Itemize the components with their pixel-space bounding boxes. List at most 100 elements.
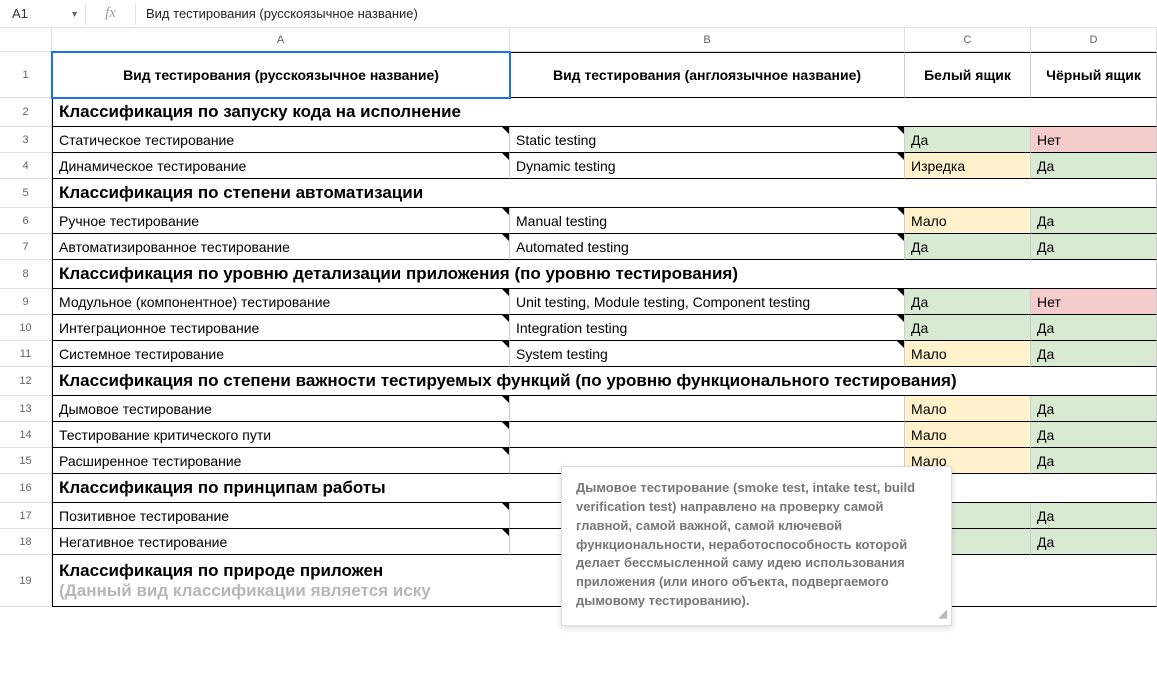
cell-C[interactable]: Мало (905, 341, 1031, 367)
row-header[interactable]: 2 (0, 98, 52, 127)
section-title-cell[interactable]: Классификация по запуску кода на исполне… (52, 98, 1157, 127)
cell-A[interactable]: Статическое тестирование (52, 127, 510, 153)
name-box[interactable]: A1 ▼ (6, 3, 86, 25)
table-row: 14Тестирование критического пути МалоДа (0, 422, 1157, 448)
row-header[interactable]: 17 (0, 503, 52, 529)
col-header-A[interactable]: A (52, 28, 510, 52)
row-header[interactable]: 18 (0, 529, 52, 555)
table-row: 13Дымовое тестирование МалоДа (0, 396, 1157, 422)
row-header[interactable]: 19 (0, 555, 52, 607)
section-title-cell[interactable]: Классификация по степени автоматизации (52, 179, 1157, 208)
cell-B[interactable]: Static testing (510, 127, 905, 153)
row-header[interactable]: 12 (0, 367, 52, 396)
section-row: 5Классификация по степени автоматизации (0, 179, 1157, 208)
cell-C[interactable]: Да (905, 289, 1031, 315)
row-header[interactable]: 9 (0, 289, 52, 315)
section-title: Классификация по природе приложен (59, 561, 431, 581)
cell-A[interactable]: Модульное (компонентное) тестирование (52, 289, 510, 315)
cell-D[interactable]: Да (1031, 422, 1157, 448)
cell-A[interactable]: Позитивное тестирование (52, 503, 510, 529)
cell-D[interactable]: Нет (1031, 127, 1157, 153)
table-row: 3Статическое тестированиеStatic testingД… (0, 127, 1157, 153)
fx-icon[interactable]: fx (86, 3, 136, 25)
cell-A[interactable]: Автоматизированное тестирование (52, 234, 510, 260)
cell-D1[interactable]: Чёрный ящик (1031, 52, 1157, 98)
cell-B[interactable]: Automated testing (510, 234, 905, 260)
cell-reference: A1 (12, 6, 28, 21)
cell-D[interactable]: Да (1031, 153, 1157, 179)
cell-A[interactable]: Динамическое тестирование (52, 153, 510, 179)
table-row: 11Системное тестированиеSystem testingМа… (0, 341, 1157, 367)
cell-D[interactable]: Да (1031, 529, 1157, 555)
cell-B[interactable] (510, 396, 905, 422)
chevron-down-icon[interactable]: ▼ (70, 9, 79, 19)
section-subnote: (Данный вид классификации является иску (59, 581, 431, 601)
cell-A[interactable]: Тестирование критического пути (52, 422, 510, 448)
cell-D[interactable]: Да (1031, 396, 1157, 422)
cell-B[interactable]: Unit testing, Module testing, Component … (510, 289, 905, 315)
cell-B[interactable]: Dynamic testing (510, 153, 905, 179)
table-row: 9Модульное (компонентное) тестированиеUn… (0, 289, 1157, 315)
cell-B[interactable]: Integration testing (510, 315, 905, 341)
col-header-C[interactable]: C (905, 28, 1031, 52)
row-header[interactable]: 10 (0, 315, 52, 341)
row-header[interactable]: 1 (0, 52, 52, 98)
col-header-B[interactable]: B (510, 28, 905, 52)
row-header[interactable]: 15 (0, 448, 52, 474)
cell-A[interactable]: Дымовое тестирование (52, 396, 510, 422)
section-row: 12Классификация по степени важности тест… (0, 367, 1157, 396)
cell-D[interactable]: Да (1031, 448, 1157, 474)
table-row: 10Интеграционное тестированиеIntegration… (0, 315, 1157, 341)
cell-A[interactable]: Ручное тестирование (52, 208, 510, 234)
cell-C[interactable]: Мало (905, 422, 1031, 448)
cell-C[interactable]: Да (905, 315, 1031, 341)
row-header[interactable]: 13 (0, 396, 52, 422)
row-header[interactable]: 11 (0, 341, 52, 367)
formula-text: Вид тестирования (русскоязычное название… (146, 6, 418, 21)
tooltip-text: Дымовое тестирование (smoke test, intake… (576, 480, 915, 608)
cell-C1[interactable]: Белый ящик (905, 52, 1031, 98)
cell-A[interactable]: Негативное тестирование (52, 529, 510, 555)
row-header[interactable]: 3 (0, 127, 52, 153)
table-row: 4Динамическое тестированиеDynamic testin… (0, 153, 1157, 179)
cell-C[interactable]: Да (905, 127, 1031, 153)
cell-D[interactable]: Да (1031, 341, 1157, 367)
col-header-D[interactable]: D (1031, 28, 1157, 52)
row-header[interactable]: 14 (0, 422, 52, 448)
table-row: 7Автоматизированное тестированиеAutomate… (0, 234, 1157, 260)
cell-A[interactable]: Системное тестирование (52, 341, 510, 367)
cell-B[interactable] (510, 422, 905, 448)
cell-C[interactable]: Да (905, 234, 1031, 260)
cell-B1[interactable]: Вид тестирования (англоязычное название) (510, 52, 905, 98)
cell-D[interactable]: Да (1031, 315, 1157, 341)
row-header[interactable]: 7 (0, 234, 52, 260)
resize-handle-icon[interactable]: ◢ (939, 607, 947, 623)
section-title-cell[interactable]: Классификация по уровню детализации прил… (52, 260, 1157, 289)
column-header-row: A B C D (0, 28, 1157, 52)
cell-A1[interactable]: Вид тестирования (русскоязычное название… (52, 52, 510, 98)
cell-D[interactable]: Да (1031, 234, 1157, 260)
header-row: 1 Вид тестирования (русскоязычное назван… (0, 52, 1157, 98)
table-row: 6Ручное тестированиеManual testingМалоДа (0, 208, 1157, 234)
cell-D[interactable]: Да (1031, 503, 1157, 529)
cell-A[interactable]: Расширенное тестирование (52, 448, 510, 474)
cell-D[interactable]: Да (1031, 208, 1157, 234)
cell-A[interactable]: Интеграционное тестирование (52, 315, 510, 341)
row-header[interactable]: 16 (0, 474, 52, 503)
row-header[interactable]: 8 (0, 260, 52, 289)
cell-note-tooltip: Дымовое тестирование (smoke test, intake… (561, 466, 952, 626)
cell-C[interactable]: Изредка (905, 153, 1031, 179)
cell-D[interactable]: Нет (1031, 289, 1157, 315)
section-title-cell[interactable]: Классификация по степени важности тестир… (52, 367, 1157, 396)
section-row: 8Классификация по уровню детализации при… (0, 260, 1157, 289)
cell-C[interactable]: Мало (905, 396, 1031, 422)
section-row: 2Классификация по запуску кода на исполн… (0, 98, 1157, 127)
row-header[interactable]: 4 (0, 153, 52, 179)
cell-C[interactable]: Мало (905, 208, 1031, 234)
cell-B[interactable]: System testing (510, 341, 905, 367)
formula-input[interactable]: Вид тестирования (русскоязычное название… (136, 3, 1157, 25)
select-all-corner[interactable] (0, 28, 52, 52)
row-header[interactable]: 6 (0, 208, 52, 234)
cell-B[interactable]: Manual testing (510, 208, 905, 234)
row-header[interactable]: 5 (0, 179, 52, 208)
